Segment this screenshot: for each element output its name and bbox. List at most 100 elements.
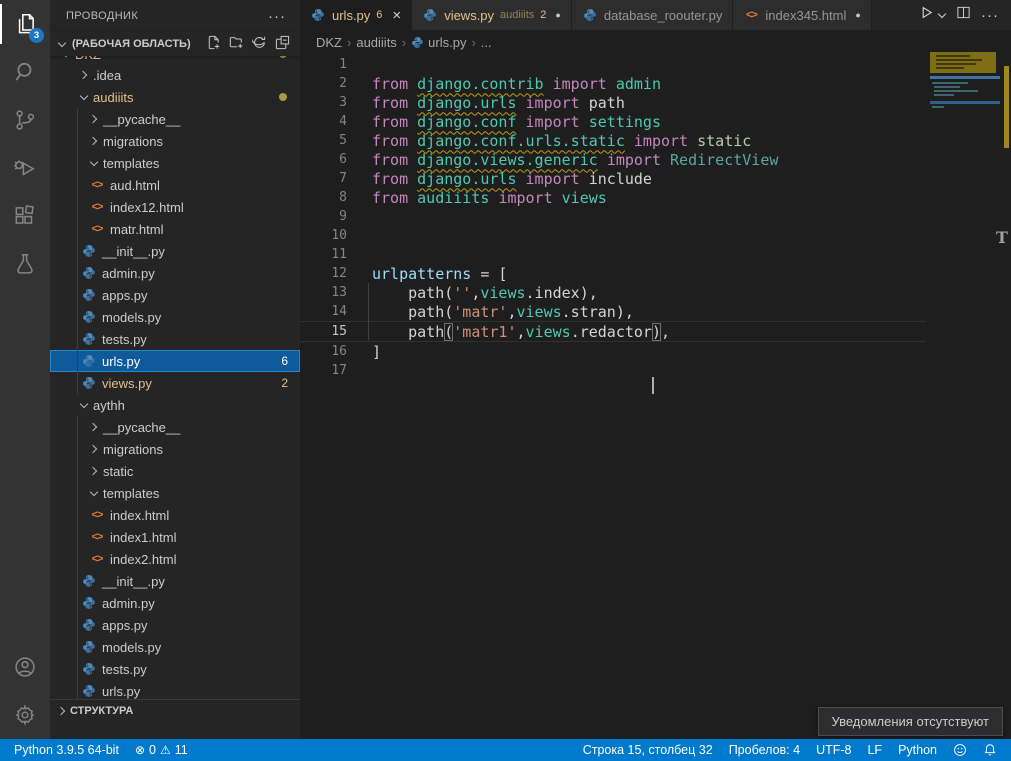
chevron-down-icon bbox=[86, 485, 102, 501]
tree-item-static[interactable]: static bbox=[50, 460, 300, 482]
minimap-highlight-line bbox=[930, 101, 1000, 104]
tree-item-admin.py[interactable]: admin.py bbox=[50, 262, 300, 284]
new-file-icon[interactable] bbox=[206, 35, 221, 53]
tree-item-migrations[interactable]: migrations bbox=[50, 438, 300, 460]
tree-item-label: DKZ bbox=[75, 56, 101, 62]
collapse-all-icon[interactable] bbox=[275, 35, 290, 53]
code-text: path('matr',views.stran), bbox=[372, 303, 634, 321]
breadcrumb-item-DKZ[interactable]: DKZ bbox=[316, 35, 342, 50]
tree-item-audiiits[interactable]: audiiits bbox=[50, 86, 300, 108]
activity-settings-icon[interactable] bbox=[0, 691, 50, 739]
editor-more-actions-button[interactable]: ··· bbox=[981, 7, 999, 24]
breadcrumb: DKZ›audiiits›urls.py›... bbox=[300, 30, 1011, 55]
tree-item-index12.html[interactable]: <>index12.html bbox=[50, 196, 300, 218]
close-icon[interactable]: × bbox=[392, 7, 401, 24]
code-text: path('',views.index), bbox=[372, 284, 598, 302]
activity-testing-icon[interactable] bbox=[0, 240, 50, 288]
tree-indent-guide bbox=[77, 438, 78, 460]
modified-dot-icon[interactable]: ● bbox=[555, 10, 560, 20]
tree-item-label: apps.py bbox=[102, 618, 148, 633]
tree-item-aythh[interactable]: aythh bbox=[50, 394, 300, 416]
tab-database_roouter.py[interactable]: database_roouter.py bbox=[572, 0, 734, 30]
python-file-icon bbox=[81, 331, 97, 347]
overview-ruler-warning-stripe[interactable] bbox=[1004, 66, 1009, 148]
new-folder-icon[interactable] bbox=[229, 35, 244, 53]
tree-item-label: aud.html bbox=[110, 178, 160, 193]
tree-item-views.py[interactable]: views.py2 bbox=[50, 372, 300, 394]
tree-item-models.py[interactable]: models.py bbox=[50, 636, 300, 658]
status-item[interactable]: LF bbox=[859, 739, 890, 761]
notification-toast[interactable]: Уведомления отсутствуют bbox=[818, 707, 1003, 736]
tree-item-__pycache__[interactable]: __pycache__ bbox=[50, 416, 300, 438]
activity-source-control-icon[interactable] bbox=[0, 96, 50, 144]
tree-item-migrations[interactable]: migrations bbox=[50, 130, 300, 152]
code-line-13: 13 path('',views.index), bbox=[300, 283, 926, 302]
activity-account-icon[interactable] bbox=[0, 643, 50, 691]
tree-item-tests.py[interactable]: tests.py bbox=[50, 658, 300, 680]
tree-item-aud.html[interactable]: <>aud.html bbox=[50, 174, 300, 196]
tree-item-__pycache__[interactable]: __pycache__ bbox=[50, 108, 300, 130]
tree-item-label: audiiits bbox=[93, 90, 133, 105]
line-number: 1 bbox=[300, 57, 347, 72]
tree-item-__init__.py[interactable]: __init__.py bbox=[50, 240, 300, 262]
tree-item-admin.py[interactable]: admin.py bbox=[50, 592, 300, 614]
tree-indent-guide bbox=[77, 328, 78, 350]
tab-views.py[interactable]: views.pyaudiiits2● bbox=[412, 0, 572, 30]
code-editor[interactable]: 12from django.contrib import admin3from … bbox=[300, 55, 1011, 739]
error-icon: ⊗ bbox=[135, 743, 145, 757]
activity-run-debug-icon[interactable] bbox=[0, 144, 50, 192]
tree-indent-guide bbox=[77, 548, 78, 570]
tree-indent-guide bbox=[77, 152, 78, 174]
status-item[interactable]: Строка 15, столбец 32 bbox=[575, 739, 721, 761]
breadcrumb-item-audiiits[interactable]: audiiits bbox=[356, 35, 396, 50]
tree-item-index.html[interactable]: <>index.html bbox=[50, 504, 300, 526]
run-button[interactable] bbox=[919, 5, 934, 25]
workspace-section-header[interactable]: (РАБОЧАЯ ОБЛАСТЬ) ... bbox=[50, 32, 300, 56]
minimap-mark bbox=[936, 59, 982, 61]
minimap-highlight-line bbox=[930, 76, 1000, 79]
status-problems[interactable]: ⊗ 0 ⚠ 11 bbox=[127, 739, 196, 761]
tree-item-tests.py[interactable]: tests.py bbox=[50, 328, 300, 350]
tree-item-matr.html[interactable]: <>matr.html bbox=[50, 218, 300, 240]
run-dropdown-chevron-icon[interactable] bbox=[938, 11, 946, 19]
breadcrumb-item-urls.py[interactable]: urls.py bbox=[411, 35, 466, 50]
tree-item-index1.html[interactable]: <>index1.html bbox=[50, 526, 300, 548]
chevron-right-icon bbox=[86, 133, 102, 149]
tree-item-templates[interactable]: templates bbox=[50, 152, 300, 174]
refresh-icon[interactable] bbox=[252, 35, 267, 53]
tree-item-apps.py[interactable]: apps.py bbox=[50, 284, 300, 306]
activity-search-icon[interactable] bbox=[0, 48, 50, 96]
tab-urls.py[interactable]: urls.py6× bbox=[300, 0, 412, 30]
python-file-icon bbox=[411, 36, 424, 49]
explorer-more-actions-button[interactable]: ··· bbox=[268, 8, 286, 25]
status-item[interactable]: Пробелов: 4 bbox=[721, 739, 808, 761]
tree-item-urls.py[interactable]: urls.py6 bbox=[50, 350, 300, 372]
tree-item-models.py[interactable]: models.py bbox=[50, 306, 300, 328]
tree-item-label: urls.py bbox=[102, 354, 140, 369]
status-python-interpreter[interactable]: Python 3.9.5 64-bit bbox=[6, 739, 127, 761]
tree-item-index2.html[interactable]: <>index2.html bbox=[50, 548, 300, 570]
sidebar-bottom-gap bbox=[50, 722, 300, 739]
python-file-icon bbox=[81, 661, 97, 677]
breadcrumb-item-...[interactable]: ... bbox=[481, 35, 492, 50]
modified-dot-icon[interactable]: ● bbox=[855, 10, 860, 20]
activity-extensions-icon[interactable] bbox=[0, 192, 50, 240]
tree-item-templates[interactable]: templates bbox=[50, 482, 300, 504]
explorer-toolbar bbox=[206, 35, 300, 53]
tree-item-apps.py[interactable]: apps.py bbox=[50, 614, 300, 636]
problems-badge: 2 bbox=[281, 376, 288, 390]
minimap[interactable] bbox=[930, 46, 1000, 166]
chevron-right-icon bbox=[54, 703, 70, 719]
tree-item-DKZ[interactable]: DKZ bbox=[50, 56, 300, 64]
tree-item-.idea[interactable]: .idea bbox=[50, 64, 300, 86]
tree-item-__init__.py[interactable]: __init__.py bbox=[50, 570, 300, 592]
tab-index345.html[interactable]: <>index345.html● bbox=[733, 0, 871, 30]
status-item[interactable]: Python bbox=[890, 739, 945, 761]
outline-section-header[interactable]: СТРУКТУРА bbox=[50, 699, 300, 722]
activity-explorer-icon[interactable]: 3 bbox=[0, 0, 50, 48]
code-text: path('matr1',views.redactor), bbox=[372, 323, 670, 341]
status-item[interactable]: UTF-8 bbox=[808, 739, 859, 761]
notifications-bell-icon[interactable] bbox=[975, 739, 1005, 761]
feedback-smiley-icon[interactable] bbox=[945, 739, 975, 761]
split-editor-button[interactable] bbox=[956, 5, 971, 25]
